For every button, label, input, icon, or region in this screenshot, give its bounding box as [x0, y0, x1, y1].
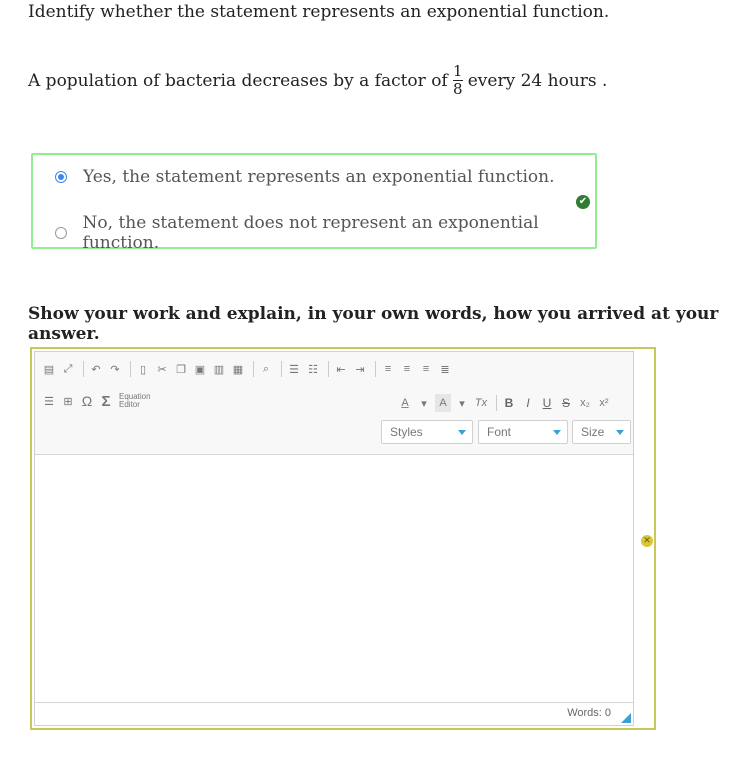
horizontal-line-icon[interactable]: ☰ — [41, 392, 57, 410]
outdent-icon[interactable]: ⇤ — [333, 360, 349, 378]
find-icon[interactable]: ⌕ — [258, 360, 274, 378]
redo-icon[interactable]: ↷ — [107, 360, 123, 378]
undo-icon[interactable]: ↶ — [88, 360, 104, 378]
maximize-icon[interactable]: ⤢ — [60, 360, 76, 378]
answer-option-no[interactable]: No, the statement does not represent an … — [55, 213, 595, 253]
correct-check-icon: ✔ — [576, 195, 590, 209]
question-statement: A population of bacteria decreases by a … — [28, 64, 607, 97]
statement-text-before: A population of bacteria decreases by a … — [28, 70, 448, 91]
font-color-dropdown-icon[interactable]: ▾ — [416, 394, 432, 412]
copy-icon[interactable]: ❐ — [173, 360, 189, 378]
work-heading: Show your work and explain, in your own … — [28, 304, 719, 344]
italic-button[interactable]: I — [520, 394, 536, 412]
editor-toolbar: ▤ ⤢ ↶ ↷ ▯ ✂ ❐ ▣ ▥ ▦ ⌕ ☰ ☷ ⇤ ⇥ ≡ ≡ ≡ ≣ ☰ … — [35, 352, 633, 455]
answer-options-box: Yes, the statement represents an exponen… — [31, 153, 597, 253]
chevron-down-icon — [553, 430, 561, 435]
equation-editor-label-line2: Editor — [119, 400, 140, 409]
new-page-icon[interactable]: ▯ — [135, 360, 151, 378]
align-center-icon[interactable]: ≡ — [399, 360, 415, 378]
editor-content-area[interactable] — [35, 455, 633, 705]
justify-icon[interactable]: ≣ — [437, 360, 453, 378]
strikethrough-button[interactable]: S — [558, 394, 574, 412]
background-color-button[interactable]: A — [435, 394, 451, 412]
resize-handle-icon[interactable] — [621, 713, 631, 723]
answer-option-yes-label[interactable]: Yes, the statement represents an exponen… — [83, 167, 555, 187]
chevron-down-icon — [458, 430, 466, 435]
styles-dropdown-label: Styles — [390, 425, 423, 439]
equation-editor-button[interactable]: Equation Editor — [119, 393, 151, 409]
fraction: 1 8 — [452, 62, 463, 98]
size-dropdown[interactable]: Size — [572, 420, 631, 444]
toolbar-separator — [83, 361, 84, 377]
invalid-x-icon: ✕ — [641, 535, 653, 547]
toolbar-separator — [328, 361, 329, 377]
answer-option-yes[interactable]: Yes, the statement represents an exponen… — [55, 167, 555, 187]
toolbar-row-1: ▤ ⤢ ↶ ↷ ▯ ✂ ❐ ▣ ▥ ▦ ⌕ ☰ ☷ ⇤ ⇥ ≡ ≡ ≡ ≣ — [41, 360, 456, 378]
chevron-down-icon — [616, 430, 624, 435]
align-right-icon[interactable]: ≡ — [418, 360, 434, 378]
font-dropdown[interactable]: Font — [478, 420, 568, 444]
toolbar-row-2: ☰ ⊞ Ω Σ Equation Editor — [41, 392, 151, 410]
fraction-numerator: 1 — [452, 62, 463, 80]
answer-option-no-label[interactable]: No, the statement does not represent an … — [83, 213, 595, 253]
statement-text-after: every 24 hours . — [467, 70, 608, 91]
toolbar-separator — [496, 395, 497, 411]
indent-icon[interactable]: ⇥ — [352, 360, 368, 378]
special-char-omega-icon[interactable]: Ω — [79, 392, 95, 410]
bg-color-dropdown-icon[interactable]: ▾ — [454, 394, 470, 412]
underline-button[interactable]: U — [539, 394, 555, 412]
toolbar-separator — [253, 361, 254, 377]
toolbar-separator — [130, 361, 131, 377]
radio-no[interactable] — [55, 227, 67, 239]
numbered-list-icon[interactable]: ☰ — [286, 360, 302, 378]
subscript-button[interactable]: x₂ — [577, 394, 593, 412]
toolbar-separator — [281, 361, 282, 377]
size-dropdown-label: Size — [581, 425, 605, 439]
editor-frame: ▤ ⤢ ↶ ↷ ▯ ✂ ❐ ▣ ▥ ▦ ⌕ ☰ ☷ ⇤ ⇥ ≡ ≡ ≡ ≣ ☰ … — [34, 351, 634, 726]
cut-icon[interactable]: ✂ — [154, 360, 170, 378]
superscript-button[interactable]: x² — [596, 394, 612, 412]
toolbar-format-group: A ▾ A ▾ Tx B I U S x₂ x² — [397, 394, 615, 412]
font-dropdown-label: Font — [487, 425, 512, 439]
radio-yes[interactable] — [55, 171, 67, 183]
source-icon[interactable]: ▤ — [41, 360, 57, 378]
paste-text-icon[interactable]: ▥ — [211, 360, 227, 378]
editor-statusbar: Words: 0 — [35, 702, 633, 725]
toolbar-separator — [375, 361, 376, 377]
remove-format-button[interactable]: Tx — [473, 394, 489, 412]
paste-word-icon[interactable]: ▦ — [230, 360, 246, 378]
equation-editor-sigma-icon[interactable]: Σ — [98, 392, 114, 410]
font-color-button[interactable]: A — [397, 394, 413, 412]
word-count: Words: 0 — [567, 707, 611, 719]
question-prompt: Identify whether the statement represent… — [28, 2, 610, 22]
align-left-icon[interactable]: ≡ — [380, 360, 396, 378]
paste-icon[interactable]: ▣ — [192, 360, 208, 378]
rich-text-editor: ▤ ⤢ ↶ ↷ ▯ ✂ ❐ ▣ ▥ ▦ ⌕ ☰ ☷ ⇤ ⇥ ≡ ≡ ≡ ≣ ☰ … — [30, 347, 656, 730]
bold-button[interactable]: B — [501, 394, 517, 412]
bulleted-list-icon[interactable]: ☷ — [305, 360, 321, 378]
table-icon[interactable]: ⊞ — [60, 392, 76, 410]
fraction-denominator: 8 — [452, 80, 463, 98]
styles-dropdown[interactable]: Styles — [381, 420, 473, 444]
